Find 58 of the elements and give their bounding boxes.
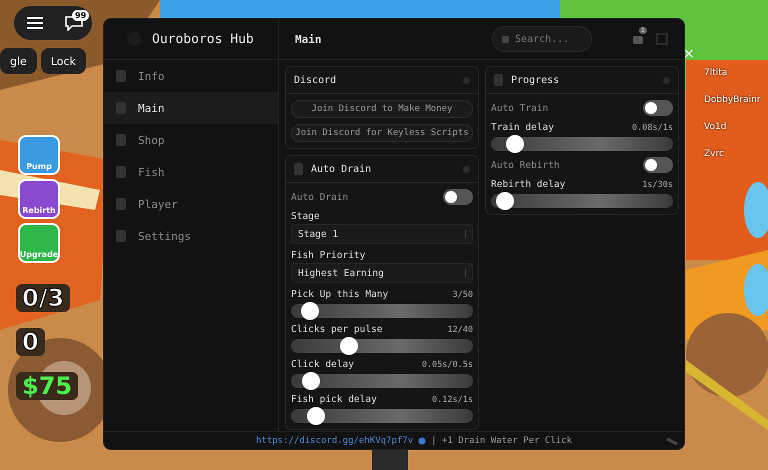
player-name[interactable]: 7ltita <box>704 68 760 78</box>
action-button[interactable]: Rebirth <box>18 179 60 219</box>
toggle-switch[interactable] <box>443 189 473 205</box>
toggle-label: Auto Rebirth <box>491 160 560 170</box>
stat-value: $75 <box>16 372 78 400</box>
slider-value: 12/40 <box>447 324 473 334</box>
toggle-switch[interactable] <box>643 100 673 116</box>
page-title: Main <box>295 32 322 46</box>
sidebar-item[interactable]: Info <box>104 60 278 92</box>
slider[interactable] <box>491 194 673 208</box>
dropdown-label: Stage <box>291 211 321 222</box>
slider[interactable] <box>491 137 673 151</box>
window-title: Ouroboros Hub <box>152 32 254 46</box>
slider-label: Rebirth delay <box>491 179 566 190</box>
sidebar-item[interactable]: Settings <box>104 220 278 252</box>
game-button[interactable]: Lock <box>40 48 86 74</box>
dropdown[interactable]: Stage 1 <box>291 224 473 244</box>
footer-text: | +1 Drain Water Per Click <box>431 436 572 446</box>
notification-icon[interactable] <box>632 33 646 45</box>
slider-value: 0.05s/0.5s <box>422 360 473 370</box>
toggle-label: Auto Train <box>491 102 548 114</box>
discord-button[interactable]: Join Discord for Keyless Scripts <box>291 124 473 142</box>
slider-value: 0.08s/1s <box>632 122 673 132</box>
slider[interactable] <box>291 374 473 388</box>
slider-label: Clicks per pulse <box>291 324 383 335</box>
game-button[interactable]: gle <box>0 48 37 74</box>
menu-icon[interactable] <box>26 16 44 30</box>
player-name[interactable]: Vo1d <box>704 122 760 132</box>
slider-value: 0.12s/1s <box>432 394 473 404</box>
stat-value: 0 <box>16 328 45 356</box>
section-title: Auto Drain <box>311 164 372 174</box>
stat-value: 0/3 <box>16 284 70 312</box>
toggle-label: Auto Drain <box>291 192 348 202</box>
dropdown-label: Fish Priority <box>291 250 366 261</box>
player-name[interactable]: Zvrc <box>704 149 760 159</box>
slider-value: 1s/30s <box>642 180 673 190</box>
sidebar-item[interactable]: Shop <box>104 124 278 156</box>
sidebar-item[interactable]: Main <box>104 92 278 124</box>
player-name[interactable]: DobbyBrainr <box>704 95 760 105</box>
slider-label: Pick Up this Many <box>291 289 388 300</box>
slider-label: Click delay <box>291 359 354 370</box>
sidebar-item[interactable]: Player <box>104 188 278 220</box>
section-title: Discord <box>294 74 338 86</box>
slider-value: 3/50 <box>452 290 473 300</box>
section-title: Progress <box>511 74 560 86</box>
slider[interactable] <box>291 339 473 353</box>
toggle-switch[interactable] <box>643 157 673 173</box>
search-field[interactable]: Search... <box>492 26 592 52</box>
slider[interactable] <box>291 409 473 423</box>
dropdown[interactable]: Highest Earning <box>291 263 473 283</box>
discord-button[interactable]: Join Discord to Make Money <box>291 100 473 118</box>
sidebar-item[interactable]: Fish <box>104 156 278 188</box>
action-button[interactable]: Pump <box>18 135 60 175</box>
slider-label: Fish pick delay <box>291 394 377 405</box>
slider[interactable] <box>291 304 473 318</box>
discord-link[interactable]: https://discord.gg/ehKVq7pf7v <box>256 436 414 446</box>
slider-label: Train delay <box>491 122 554 133</box>
chat-badge: 99 <box>72 10 90 21</box>
